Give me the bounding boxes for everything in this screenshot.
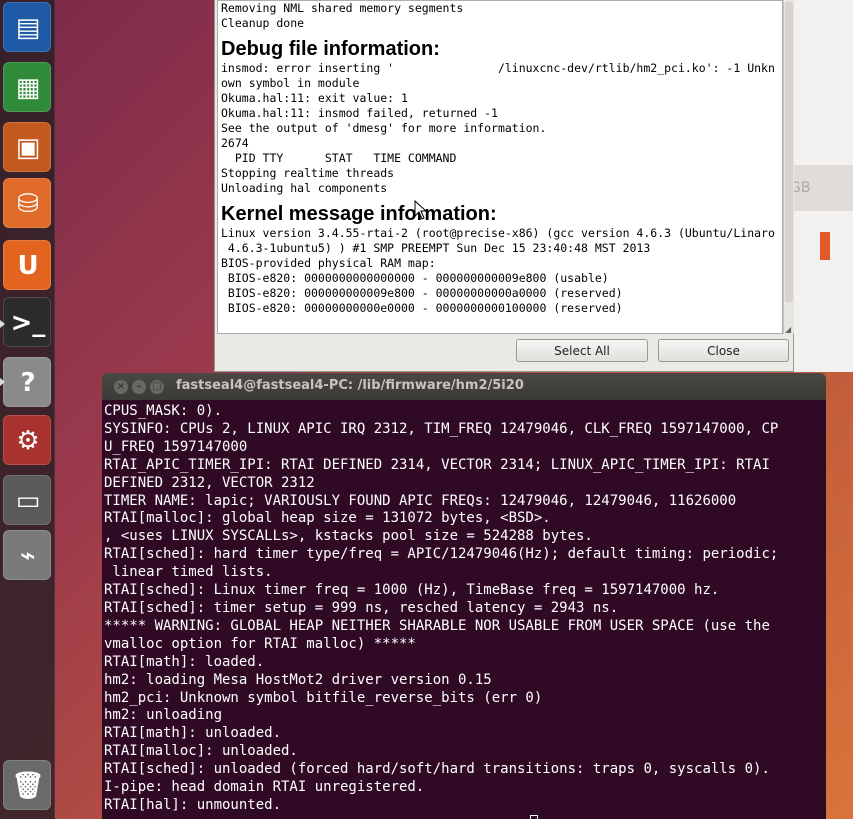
terminal-line: hm2_pci: Unknown symbol bitfile_reverse_… <box>104 689 543 706</box>
usb-icon: ⌁ <box>20 541 36 571</box>
dialog-text-line: Okuma.hal:11: exit value: 1 <box>221 91 408 105</box>
dialog-text-content: Removing NML shared memory segments Clean… <box>221 1 782 316</box>
gear-wrench-icon: ⚙ <box>16 426 40 456</box>
launcher-workspace-switcher[interactable]: ▭ <box>3 475 51 525</box>
launcher-ubuntu-software-center[interactable]: ⛁ <box>3 178 51 228</box>
background-window-accent <box>820 232 830 260</box>
terminal-title-bar[interactable]: × – □ fastseal4@fastseal4-PC: /lib/firmw… <box>102 373 826 400</box>
dialog-scrollbar[interactable]: ◢ <box>783 0 794 334</box>
terminal-line: , <uses LINUX SYSCALLs>, kstacks pool si… <box>104 528 593 545</box>
terminal-line: hm2: loading Mesa HostMot2 driver versio… <box>104 671 492 688</box>
terminal-line: RTAI[malloc]: global heap size = 131072 … <box>104 510 551 527</box>
mouse-pointer-icon <box>414 200 428 220</box>
terminal-line: RTAI[sched]: unloaded (forced hard/soft/… <box>104 761 770 778</box>
terminal-line: CPUS_MASK: 0). <box>104 403 223 419</box>
launcher-terminal[interactable]: >_ <box>3 297 51 347</box>
calc-icon: ▦ <box>15 73 41 103</box>
terminal-text: CPUS_MASK: 0). SYSINFO: CPUs 2, LINUX API… <box>104 403 824 815</box>
terminal-line: U_FREQ 1597147000 <box>104 438 248 455</box>
close-button[interactable]: Close <box>658 339 789 362</box>
workspace-icon: ▭ <box>15 486 41 516</box>
terminal-output[interactable]: CPUS_MASK: 0). SYSINFO: CPUs 2, LINUX API… <box>102 400 826 819</box>
dialog-text-line: insmod: error inserting ' /linuxcnc-dev/… <box>221 61 775 75</box>
dialog-scrollbar-thumb[interactable] <box>785 2 793 302</box>
shopping-bag-icon: ⛁ <box>17 189 39 219</box>
terminal-line: ***** WARNING: GLOBAL HEAP NEITHER SHARA… <box>104 617 770 634</box>
running-indicator-icon <box>0 378 5 386</box>
launcher-trash[interactable]: 🗑 <box>3 760 51 810</box>
trash-icon: 🗑 <box>11 771 45 801</box>
launcher-ubuntu-one[interactable]: U <box>3 240 51 290</box>
terminal-cursor <box>530 815 538 819</box>
terminal-line: RTAI[math]: unloaded. <box>104 725 282 742</box>
terminal-line: RTAI[sched]: hard timer type/freq = APIC… <box>104 546 779 563</box>
select-all-button[interactable]: Select All <box>516 339 648 362</box>
maximize-window-icon[interactable]: □ <box>150 380 164 394</box>
dialog-text-line: Stopping realtime threads <box>221 166 395 180</box>
terminal-line: TIMER NAME: lapic; VARIOUSLY FOUND APIC … <box>104 492 737 509</box>
dialog-text-area[interactable]: Removing NML shared memory segments Clean… <box>217 0 783 334</box>
terminal-line: I-pipe: head domain RTAI unregistered. <box>104 779 425 796</box>
dialog-text-line: PID TTY STAT TIME COMMAND <box>221 151 457 165</box>
terminal-line: vmalloc option for RTAI malloc) ***** <box>104 635 416 652</box>
launcher-help[interactable]: ? <box>3 357 51 407</box>
close-window-icon[interactable]: × <box>114 380 128 394</box>
launcher-libreoffice-calc[interactable]: ▦ <box>3 62 51 112</box>
terminal-window: × – □ fastseal4@fastseal4-PC: /lib/firmw… <box>102 373 826 819</box>
dialog-text-line: Okuma.hal:11: insmod failed, returned -1 <box>221 106 498 120</box>
launcher-usb-drive[interactable]: ⌁ <box>3 530 51 580</box>
scroll-down-arrow-icon[interactable]: ◢ <box>785 325 793 334</box>
dialog-text-line: Unloading hal components <box>221 181 388 195</box>
terminal-line: SYSINFO: CPUs 2, LINUX APIC IRQ 2312, TI… <box>104 420 779 437</box>
dialog-text-line: BIOS-provided physical RAM map: <box>221 256 436 270</box>
linuxcnc-error-dialog: Removing NML shared memory segments Clean… <box>214 0 794 372</box>
dialog-text-line: See the output of 'dmesg' for more infor… <box>221 121 547 135</box>
dialog-text-line: own symbol in module <box>221 76 360 90</box>
terminal-line: hm2: unloading <box>104 707 223 724</box>
launcher-libreoffice-writer[interactable]: ▤ <box>3 2 51 52</box>
impress-icon: ▣ <box>15 133 41 163</box>
terminal-line: RTAI[math]: loaded. <box>104 653 265 670</box>
launcher-system-settings[interactable]: ⚙ <box>3 415 51 465</box>
dialog-text-line: Removing NML shared memory segments <box>221 1 464 15</box>
help-icon: ? <box>20 368 36 398</box>
dialog-text-line: BIOS-e820: 0000000000000000 - 0000000000… <box>221 271 609 285</box>
terminal-line: RTAI[malloc]: unloaded. <box>104 743 298 760</box>
kernel-message-heading: Kernel message information: <box>221 203 497 225</box>
writer-icon: ▤ <box>15 13 41 43</box>
dialog-text-line: Linux version 3.4.55-rtai-2 (root@precis… <box>221 226 775 240</box>
dialog-text-line: BIOS-e820: 000000000009e800 - 0000000000… <box>221 286 623 300</box>
terminal-title: fastseal4@fastseal4-PC: /lib/firmware/hm… <box>176 378 524 393</box>
debug-file-heading: Debug file information: <box>221 38 440 60</box>
dialog-text-line: 2674 <box>221 136 249 150</box>
dialog-text-line: 4.6.3-1ubuntu5) ) #1 SMP PREEMPT Sun Dec… <box>221 241 651 255</box>
ubuntu-one-icon: U <box>17 251 39 281</box>
terminal-line: RTAI[hal]: unmounted. <box>104 796 282 813</box>
unity-launcher: ▤ ▦ ▣ ⛁ U >_? ⚙ ▭ ⌁ 🗑 <box>0 0 55 819</box>
terminal-line: RTAI[sched]: timer setup = 999 ns, resch… <box>104 599 619 616</box>
dialog-text-line: BIOS-e820: 00000000000e0000 - 0000000000… <box>221 301 623 315</box>
launcher-libreoffice-impress[interactable]: ▣ <box>3 122 51 172</box>
terminal-line: DEFINED 2312, VECTOR 2312 <box>104 474 315 491</box>
terminal-icon: >_ <box>10 308 46 338</box>
terminal-line: RTAI_APIC_TIMER_IPI: RTAI DEFINED 2314, … <box>104 456 770 473</box>
minimize-window-icon[interactable]: – <box>132 380 146 394</box>
terminal-line: RTAI[sched]: Linux timer freq = 1000 (Hz… <box>104 582 720 599</box>
running-indicator-icon <box>0 320 5 328</box>
dialog-text-line: Cleanup done <box>221 16 305 30</box>
terminal-line: linear timed lists. <box>104 564 273 581</box>
